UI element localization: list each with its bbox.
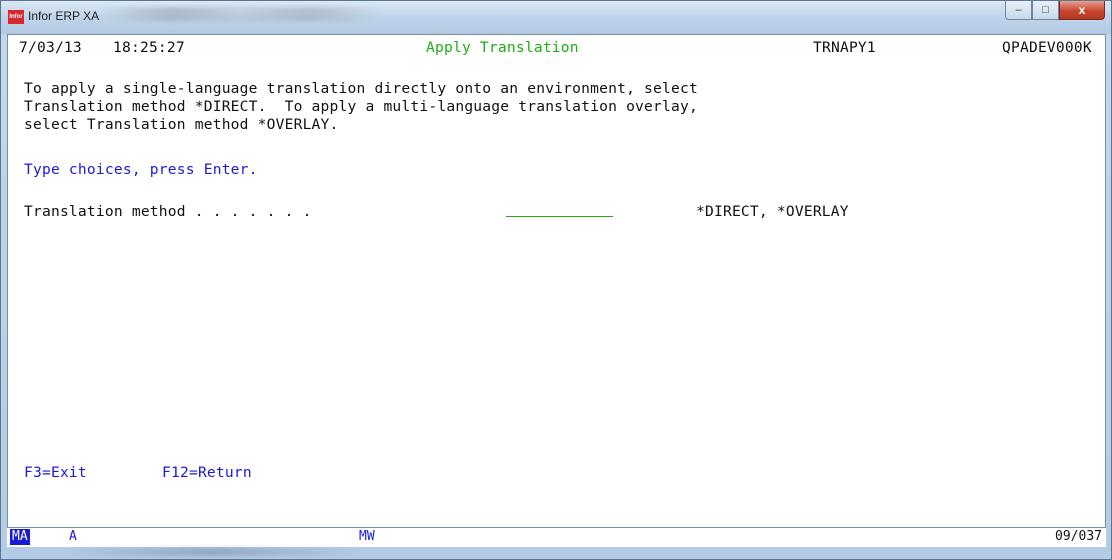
allowed-values: *DIRECT, *OVERLAY xyxy=(696,203,849,220)
blurred-title-region xyxy=(101,7,381,21)
blurred-taskbar-region xyxy=(61,548,361,556)
status-ma: MA xyxy=(10,529,30,545)
status-bar: MA A MW 09/037 xyxy=(7,527,1106,547)
translation-method-input[interactable] xyxy=(506,199,613,217)
minimize-button[interactable]: – xyxy=(1005,1,1032,20)
window-controls: – □ x xyxy=(1005,1,1105,21)
window-title: Infor ERP XA xyxy=(28,9,100,23)
cursor-position: 09/037 xyxy=(1055,529,1102,544)
instruction-line-2: Translation method *DIRECT. To apply a m… xyxy=(24,98,698,115)
status-a: A xyxy=(69,529,77,544)
status-mw: MW xyxy=(359,529,375,544)
header-time: 18:25:27 xyxy=(113,39,185,56)
app-window: Infor Infor ERP XA – □ x 7/03/13 18:25:2… xyxy=(0,0,1112,560)
close-button[interactable]: x xyxy=(1059,1,1105,20)
prompt-text: Type choices, press Enter. xyxy=(24,161,258,178)
instruction-line-3: select Translation method *OVERLAY. xyxy=(24,116,339,133)
maximize-button[interactable]: □ xyxy=(1032,1,1059,20)
f12-return-key[interactable]: F12=Return xyxy=(162,464,252,482)
title-bar[interactable]: Infor Infor ERP XA – □ x xyxy=(1,1,1111,34)
device-name: QPADEV000K xyxy=(1002,39,1092,56)
f3-exit-key[interactable]: F3=Exit xyxy=(24,464,87,482)
instruction-line-1: To apply a single-language translation d… xyxy=(24,80,698,97)
program-name: TRNAPY1 xyxy=(813,39,876,56)
terminal-screen: 7/03/13 18:25:27 Apply Translation TRNAP… xyxy=(7,34,1106,547)
infor-app-icon: Infor xyxy=(8,10,24,24)
page-title: Apply Translation xyxy=(426,39,579,56)
translation-method-label: Translation method . . . . . . . xyxy=(24,203,312,220)
header-date: 7/03/13 xyxy=(19,39,82,56)
